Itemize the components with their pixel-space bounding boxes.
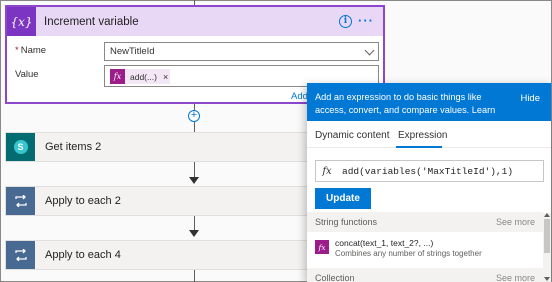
fx-icon: fx: [110, 69, 125, 84]
required-mark: *: [15, 45, 19, 56]
expression-token[interactable]: fx add(...) ×: [110, 69, 170, 84]
fx-icon: fx: [315, 240, 329, 254]
variable-icon: {x}: [7, 7, 36, 36]
info-icon[interactable]: i: [339, 15, 352, 28]
card-title: Increment variable: [44, 15, 139, 28]
remove-token-icon[interactable]: ×: [163, 72, 168, 82]
panel-description: Add an expression to do basic things lik…: [315, 92, 482, 115]
update-button[interactable]: Update: [315, 188, 371, 209]
section-header-string-functions: String functions See more: [307, 212, 543, 232]
name-dropdown[interactable]: NewTitleId: [104, 42, 379, 61]
function-item-concat[interactable]: fx concat(text_1, text_2?, ...) Combines…: [315, 237, 540, 261]
name-dropdown-value: NewTitleId: [110, 46, 155, 57]
add-step-plus-icon[interactable]: +: [188, 110, 200, 122]
expression-input[interactable]: fx add(variables('MaxTitleId'),1): [315, 160, 544, 182]
more-options-icon[interactable]: ···: [358, 13, 374, 28]
function-description: Combines any number of strings together: [335, 249, 482, 258]
name-label-text: Name: [20, 45, 47, 56]
scroll-up-icon[interactable]: [544, 213, 550, 217]
loop-icon: [6, 241, 35, 269]
see-more-link[interactable]: See more: [496, 212, 535, 232]
value-label: Value: [15, 69, 39, 80]
action-title: Get items 2: [45, 141, 102, 153]
action-title: Apply to each 4: [45, 249, 121, 261]
arrow-down-icon: [189, 177, 199, 184]
tab-expression[interactable]: Expression: [398, 130, 447, 141]
arrow-down-icon: [189, 230, 199, 237]
connector-line: [194, 270, 195, 282]
scroll-down-icon[interactable]: [544, 277, 550, 281]
hide-button[interactable]: Hide: [520, 92, 540, 105]
scrollbar-thumb[interactable]: [544, 219, 550, 253]
tab-dynamic-content[interactable]: Dynamic content: [315, 130, 389, 141]
loop-icon: [6, 187, 35, 215]
expression-panel: Add an expression to do basic things lik…: [307, 83, 551, 282]
panel-header: Add an expression to do basic things lik…: [307, 83, 551, 128]
function-name: concat(text_1, text_2?, ...): [335, 238, 434, 248]
expression-text: add(variables('MaxTitleId'),1): [342, 165, 514, 177]
section-title: Collection: [315, 273, 355, 282]
token-label: add(...): [130, 71, 157, 82]
chevron-down-icon: [364, 45, 375, 56]
action-title: Apply to each 2: [45, 195, 121, 207]
connector-line: [194, 122, 195, 132]
panel-tabs: Dynamic content Expression: [307, 121, 551, 148]
sharepoint-icon: S: [6, 133, 35, 161]
card-header[interactable]: {x} Increment variable i ···: [7, 7, 383, 36]
section-header-collection: Collection See more: [307, 268, 543, 282]
panel-scrollbar[interactable]: [543, 213, 551, 282]
connector-line: [194, 162, 195, 178]
connector-line: [194, 216, 195, 230]
section-title: String functions: [315, 217, 378, 227]
add-dynamic-content-link[interactable]: Add: [291, 91, 308, 102]
name-label: * Name: [15, 45, 46, 56]
see-more-link[interactable]: See more: [496, 268, 535, 282]
fx-icon: fx: [322, 165, 332, 177]
active-tab-indicator: [396, 146, 442, 148]
